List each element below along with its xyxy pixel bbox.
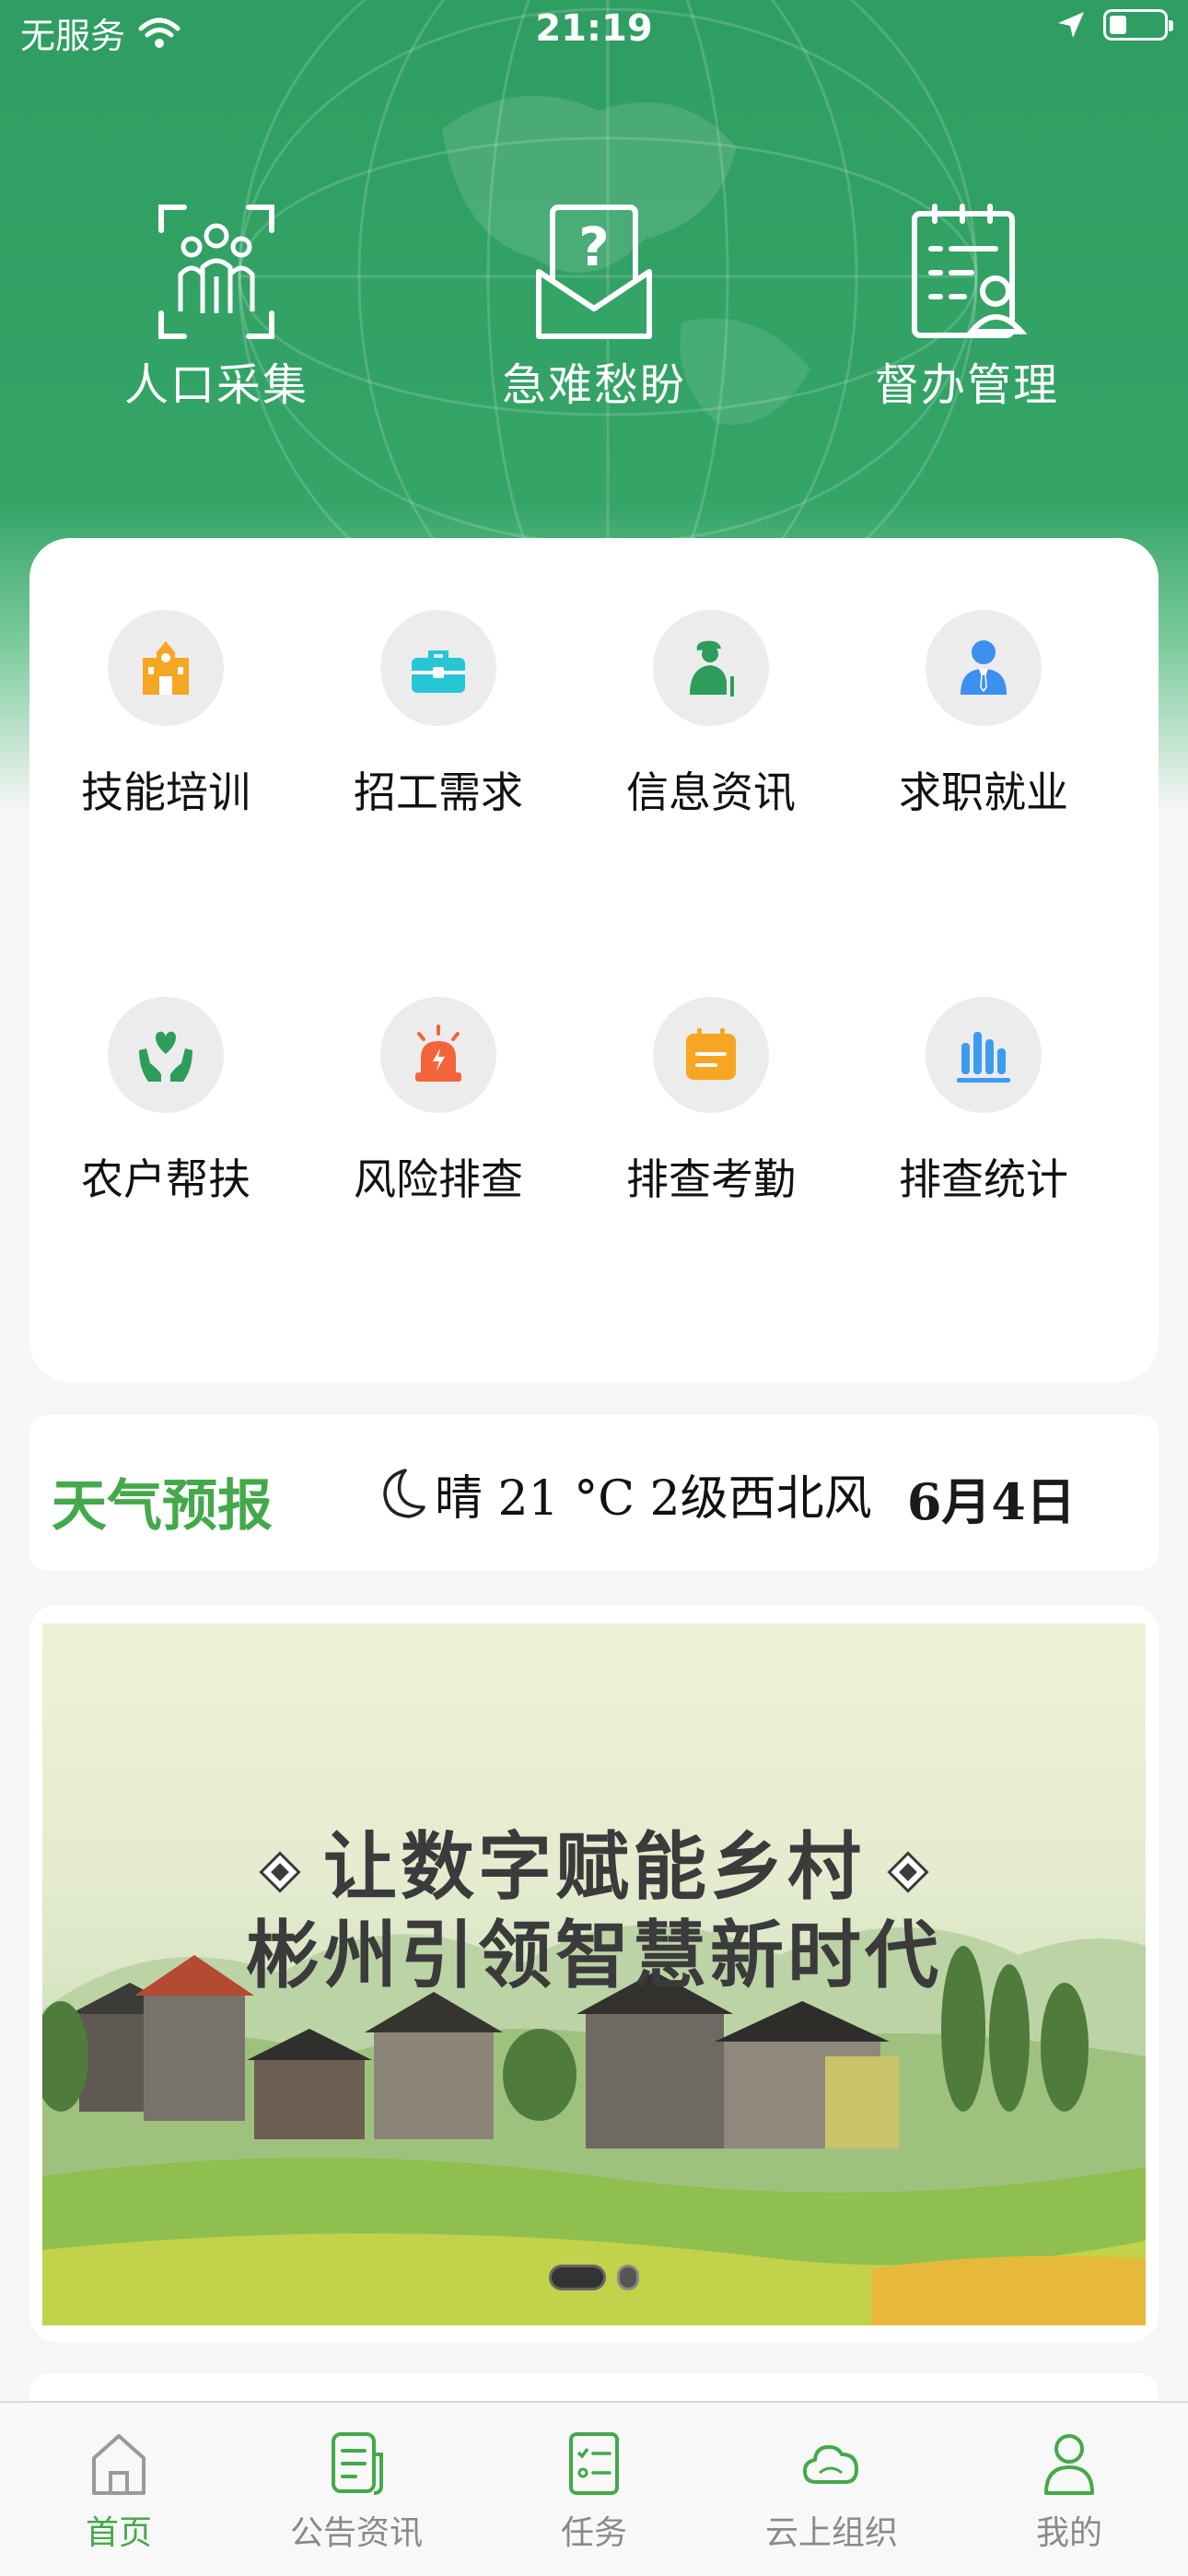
action-population-collection[interactable]: 人口采集 — [97, 203, 336, 413]
icon-circle — [380, 610, 496, 726]
grid-item-label: 农户帮扶 — [81, 1154, 250, 1204]
action-label: 人口采集 — [123, 359, 309, 411]
grid-item-label: 风险排查 — [354, 1154, 523, 1204]
calendar-icon — [686, 1028, 736, 1080]
action-supervision[interactable]: 督办管理 — [847, 203, 1087, 413]
grid-item-label: 排查考勤 — [626, 1154, 796, 1204]
carousel-dot-active[interactable] — [549, 2265, 606, 2290]
banner-carousel[interactable]: 让数字赋能乡村 彬州引领智慧新时代 — [29, 1605, 1159, 2342]
grid-item-recruitment[interactable]: 招工需求 — [302, 610, 575, 886]
business-person-icon — [961, 640, 1007, 695]
building-icon — [143, 641, 189, 695]
action-urgent-needs[interactable]: ? 急难愁盼 — [474, 203, 714, 413]
tab-tasks[interactable]: 任务 — [475, 2427, 713, 2554]
weather-title: 天气预报 — [52, 1474, 273, 1539]
grid-item-label: 排查统计 — [899, 1154, 1068, 1204]
document-icon — [332, 2432, 383, 2495]
tab-cloud-organization[interactable]: 云上组织 — [713, 2427, 950, 2554]
icon-circle — [926, 997, 1042, 1113]
service-grid: 技能培训 招工需求 信息资讯 求职就业 农户帮扶 风险排查 排查考勤 排查统计 — [29, 538, 1159, 1382]
clock: 21:19 — [535, 7, 653, 50]
icon-circle — [108, 610, 224, 726]
heart-hands-icon — [139, 1031, 192, 1082]
diamond-icon — [262, 1855, 297, 1890]
icon-circle — [653, 610, 769, 726]
alarm-light-icon — [415, 1025, 461, 1082]
quick-actions: 人口采集 ? 急难愁盼 督办管理 — [0, 203, 1188, 424]
grid-item-news[interactable]: 信息资讯 — [575, 610, 847, 886]
grid-item-skill-training[interactable]: 技能培训 — [29, 610, 302, 886]
grid-item-attendance[interactable]: 排查考勤 — [575, 997, 847, 1273]
grid-item-label: 求职就业 — [899, 767, 1068, 817]
svg-text:?: ? — [578, 216, 610, 278]
icon-circle — [926, 610, 1042, 726]
bottom-tab-bar: 首页 公告资讯 任务 云上组织 我的 — [0, 2401, 1188, 2576]
status-right — [1055, 9, 1173, 41]
people-scan-icon — [158, 205, 274, 339]
tab-label: 公告资讯 — [289, 2514, 423, 2552]
action-label: 督办管理 — [874, 359, 1059, 411]
weather-condition: 晴 21 °C 2级西北风 — [435, 1471, 872, 1527]
battery-icon — [1103, 9, 1173, 41]
status-bar: 无服务 21:19 — [0, 0, 1188, 64]
bar-chart-icon — [957, 1032, 1010, 1083]
icon-circle — [653, 997, 769, 1113]
weather-date: 6月4日 — [906, 1472, 1076, 1531]
grid-item-statistics[interactable]: 排查统计 — [847, 997, 1120, 1273]
icon-circle — [108, 997, 224, 1113]
tab-label: 任务 — [560, 2514, 627, 2552]
grid-item-label: 技能培训 — [81, 767, 250, 817]
tab-label: 我的 — [1035, 2514, 1102, 2552]
diamond-icon — [891, 1855, 926, 1890]
user-icon — [1044, 2434, 1094, 2495]
grid-item-job-seeking[interactable]: 求职就业 — [847, 610, 1120, 886]
cloud-icon — [803, 2445, 858, 2484]
banner-subline: 彬州引领智慧新时代 — [246, 1913, 942, 1998]
grid-item-farmer-support[interactable]: 农户帮扶 — [29, 997, 302, 1273]
carousel-indicator — [42, 2265, 1146, 2290]
weather-card[interactable]: 天气预报 晴 21 °C 2级西北风 6月4日 — [29, 1415, 1159, 1570]
home-icon — [92, 2434, 146, 2495]
icon-circle — [380, 997, 496, 1113]
task-list-icon — [569, 2432, 619, 2495]
tab-label: 首页 — [85, 2514, 152, 2552]
grid-item-risk-check[interactable]: 风险排查 — [302, 997, 575, 1273]
grid-item-label: 信息资讯 — [626, 767, 796, 817]
clipboard-person-icon — [912, 204, 1027, 338]
tab-announcements[interactable]: 公告资讯 — [238, 2427, 475, 2554]
banner-slide[interactable]: 让数字赋能乡村 彬州引领智慧新时代 — [42, 1623, 1146, 2325]
tab-home[interactable]: 首页 — [0, 2427, 238, 2554]
moon-icon — [383, 1469, 425, 1518]
location-arrow-icon — [1058, 12, 1084, 38]
grid-item-label: 招工需求 — [354, 767, 523, 817]
elder-person-icon — [690, 640, 734, 697]
carousel-dot[interactable] — [617, 2265, 639, 2290]
tab-profile[interactable]: 我的 — [950, 2427, 1188, 2554]
action-label: 急难愁盼 — [501, 359, 686, 411]
toolbox-icon — [412, 650, 465, 693]
question-envelope-icon: ? — [536, 205, 652, 339]
tab-label: 云上组织 — [764, 2514, 898, 2552]
